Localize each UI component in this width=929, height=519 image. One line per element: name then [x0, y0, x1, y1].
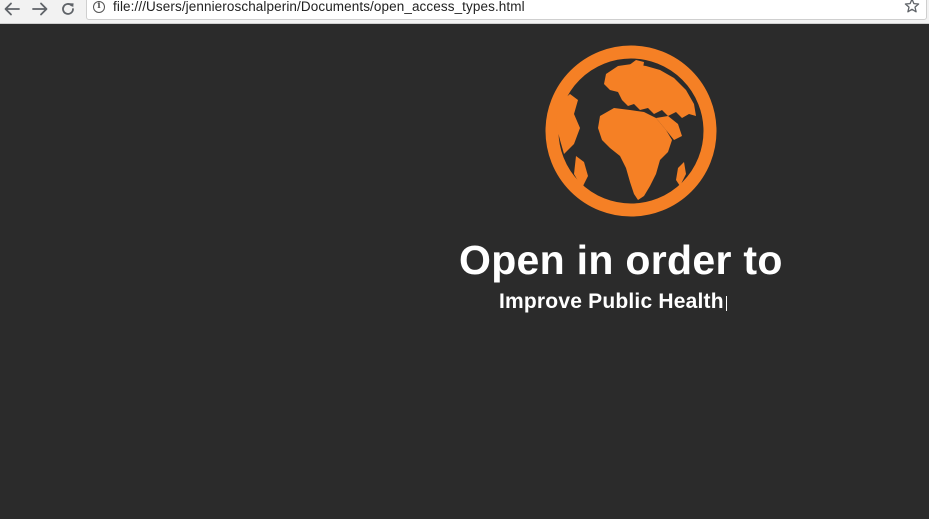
- reload-icon: [62, 3, 74, 15]
- reload-button[interactable]: [56, 0, 80, 18]
- address-bar[interactable]: i file:///Users/jennieroschalperin/Docum…: [86, 0, 927, 20]
- page-content: Open in order to Improve Public Health: [0, 25, 929, 519]
- star-icon[interactable]: [904, 0, 920, 14]
- typed-text: Improve Public Health: [499, 290, 724, 313]
- back-button[interactable]: [0, 0, 24, 18]
- url-text[interactable]: file:///Users/jennieroschalperin/Documen…: [113, 0, 525, 14]
- arrow-left-icon: [4, 2, 20, 16]
- forward-button[interactable]: [28, 0, 52, 18]
- arrow-right-icon: [32, 2, 48, 16]
- headline: Open in order to: [459, 237, 783, 283]
- info-icon[interactable]: i: [93, 1, 105, 13]
- browser-toolbar: i file:///Users/jennieroschalperin/Docum…: [0, 0, 929, 24]
- typed-subheading: Improve Public Health: [499, 290, 728, 314]
- text-caret: [725, 296, 728, 311]
- globe-icon: [545, 45, 717, 217]
